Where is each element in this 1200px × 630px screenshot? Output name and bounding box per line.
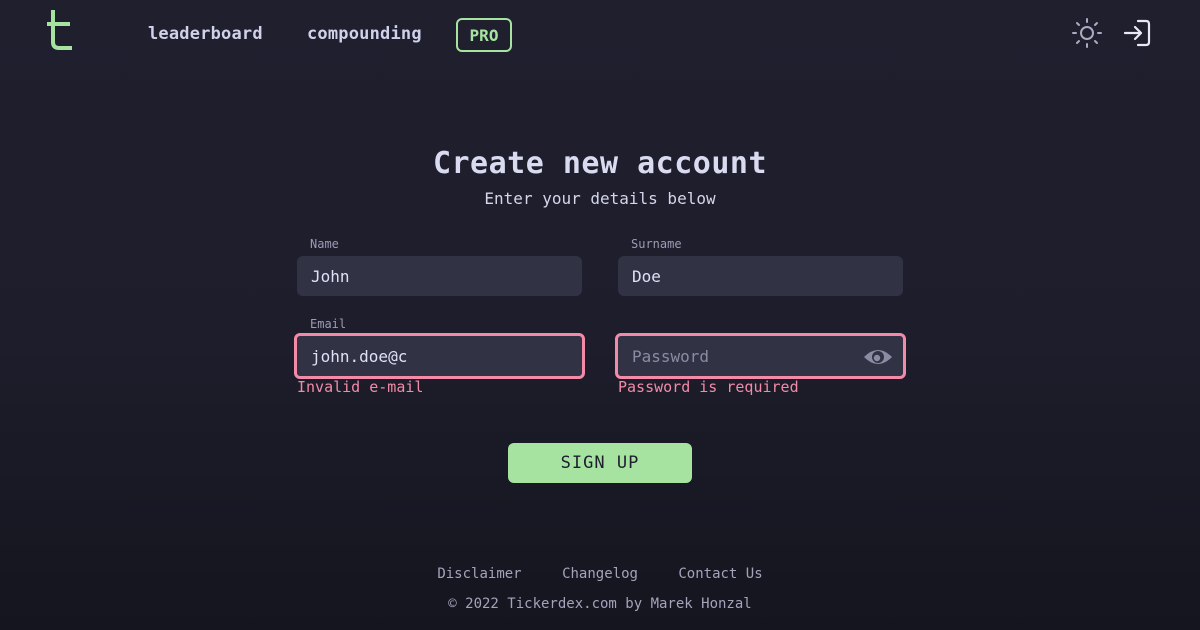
- footer-links: Disclaimer Changelog Contact Us: [0, 566, 1200, 582]
- password-placeholder: Password: [632, 346, 710, 366]
- surname-value: Doe: [632, 266, 661, 286]
- name-label: Name: [310, 237, 339, 251]
- nav-link-leaderboard[interactable]: leaderboard: [148, 24, 263, 44]
- nav-link-compounding[interactable]: compounding: [307, 24, 422, 44]
- password-field[interactable]: Password: [615, 333, 906, 379]
- name-value: John: [311, 266, 350, 286]
- login-icon[interactable]: [1120, 16, 1154, 50]
- email-value: john.doe@c: [311, 346, 408, 366]
- top-navbar: leaderboard compounding PRO: [0, 0, 1200, 70]
- footer-link-changelog[interactable]: Changelog: [562, 566, 638, 582]
- footer-link-contact[interactable]: Contact Us: [678, 566, 762, 582]
- page-title: Create new account: [432, 146, 768, 181]
- sun-icon[interactable]: [1070, 16, 1104, 50]
- password-error: Password is required: [618, 378, 799, 396]
- copyright-text: © 2022 Tickerdex.com by Marek Honzal: [448, 596, 752, 612]
- pro-badge[interactable]: PRO: [456, 18, 512, 52]
- surname-label: Surname: [631, 237, 682, 251]
- email-field[interactable]: john.doe@c: [294, 333, 585, 379]
- eye-icon[interactable]: [863, 345, 893, 369]
- signup-button[interactable]: SIGN UP: [508, 443, 692, 483]
- email-error: Invalid e-mail: [297, 378, 424, 396]
- name-field[interactable]: John: [297, 256, 582, 296]
- page-subtitle: Enter your details below: [484, 189, 716, 208]
- tickerdex-logo[interactable]: [46, 10, 74, 52]
- surname-field[interactable]: Doe: [618, 256, 903, 296]
- email-label: Email: [310, 317, 347, 331]
- footer-link-disclaimer[interactable]: Disclaimer: [437, 566, 521, 582]
